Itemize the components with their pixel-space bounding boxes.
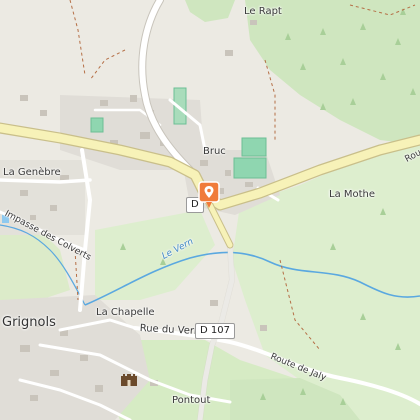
sport-field-1 (241, 137, 267, 157)
castle-icon[interactable] (120, 372, 138, 386)
label-la-mothe: La Mothe (329, 189, 376, 200)
sport-field-3 (90, 117, 104, 133)
label-grignols: Grignols (2, 315, 56, 330)
label-pontout: Pontout (172, 395, 211, 406)
location-pin-icon[interactable] (198, 181, 220, 209)
label-la-chapelle: La Chapelle (96, 307, 155, 318)
road-shield-d107-south: D 107 (195, 323, 235, 339)
map-base-layer (0, 0, 420, 420)
label-le-rapt: Le Rapt (244, 6, 282, 17)
label-bruc: Bruc (203, 146, 226, 157)
label-la-genebre: La Genèbre (3, 167, 61, 178)
sport-field-2 (233, 157, 267, 179)
map-view[interactable]: Le Rapt Bruc La Genèbre La Mothe Impasse… (0, 0, 420, 420)
